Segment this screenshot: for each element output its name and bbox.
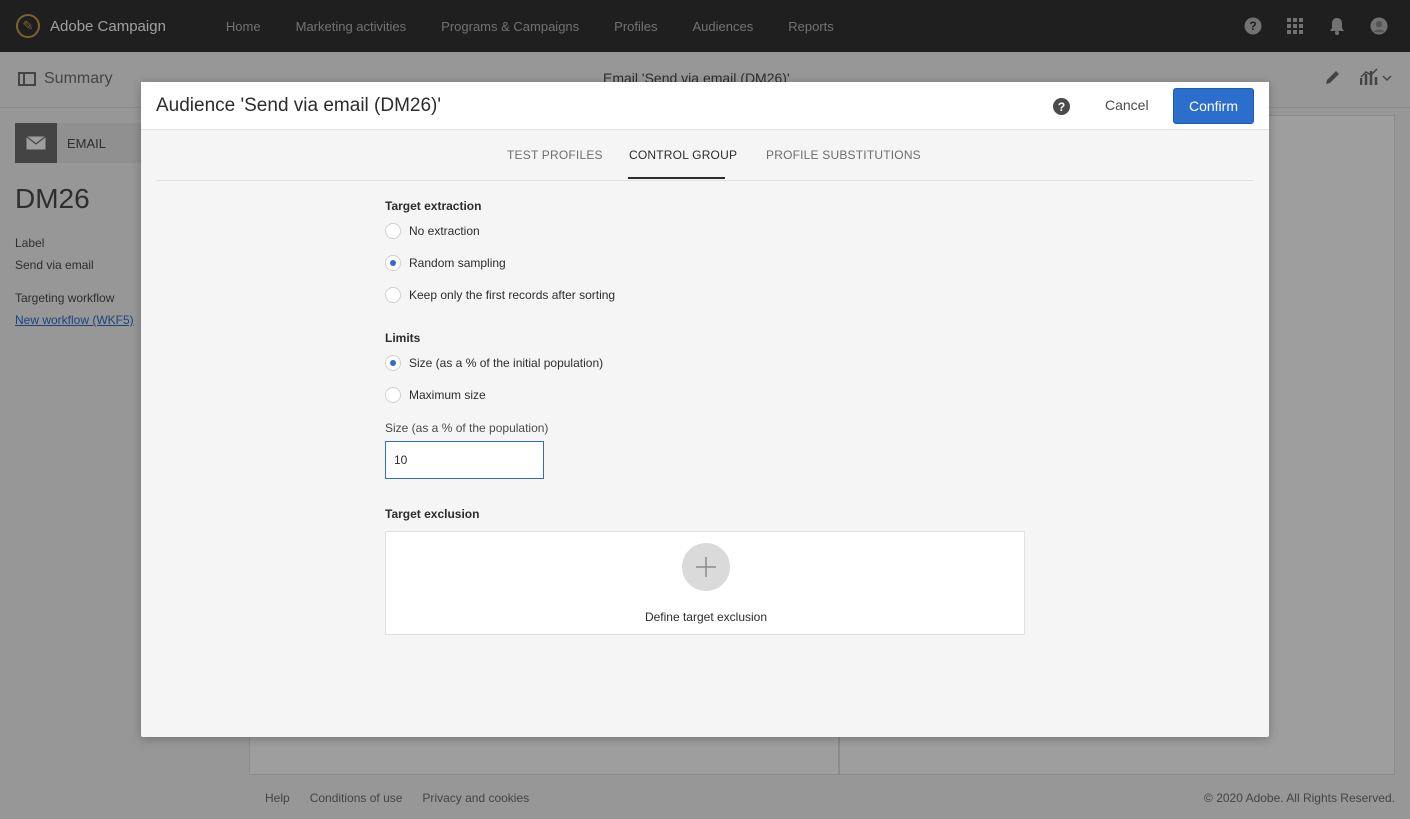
radio-label: Maximum size <box>409 388 486 402</box>
add-exclusion-button[interactable] <box>682 543 730 591</box>
dialog-header: Audience 'Send via email (DM26)' ? Cance… <box>141 82 1269 130</box>
limits-heading: Limits <box>385 331 421 345</box>
dialog-help-icon[interactable]: ? <box>1053 98 1070 115</box>
audience-dialog: Audience 'Send via email (DM26)' ? Cance… <box>141 82 1269 737</box>
radio-button[interactable] <box>385 223 401 239</box>
plus-icon <box>696 557 716 577</box>
radio-size-percent[interactable]: Size (as a % of the initial population) <box>385 355 603 371</box>
radio-label: Keep only the first records after sortin… <box>409 288 616 302</box>
radio-button-selected[interactable] <box>385 255 401 271</box>
radio-label: Size (as a % of the initial population) <box>409 356 604 370</box>
target-extraction-heading: Target extraction <box>385 199 482 213</box>
radio-keep-first-records[interactable]: Keep only the first records after sortin… <box>385 287 615 303</box>
radio-label: No extraction <box>409 224 480 238</box>
dialog-title: Audience 'Send via email (DM26)' <box>156 95 441 116</box>
cancel-button[interactable]: Cancel <box>1105 97 1149 113</box>
target-exclusion-dropzone[interactable]: Define target exclusion <box>385 531 1025 635</box>
tab-control-group[interactable]: CONTROL GROUP <box>629 148 737 162</box>
radio-maximum-size[interactable]: Maximum size <box>385 387 486 403</box>
radio-random-sampling[interactable]: Random sampling <box>385 255 506 271</box>
size-percent-input[interactable] <box>385 441 544 479</box>
tab-profile-substitutions[interactable]: PROFILE SUBSTITUTIONS <box>766 148 921 162</box>
radio-button-selected[interactable] <box>385 355 401 371</box>
dialog-tabs: TEST PROFILES CONTROL GROUP PROFILE SUBS… <box>156 131 1254 181</box>
define-exclusion-label[interactable]: Define target exclusion <box>386 610 1026 624</box>
radio-label: Random sampling <box>409 256 506 270</box>
active-tab-indicator <box>628 177 725 179</box>
tab-test-profiles[interactable]: TEST PROFILES <box>507 148 603 162</box>
size-field-label: Size (as a % of the population) <box>385 421 549 435</box>
radio-no-extraction[interactable]: No extraction <box>385 223 480 239</box>
target-exclusion-heading: Target exclusion <box>385 507 480 521</box>
radio-button[interactable] <box>385 287 401 303</box>
radio-button[interactable] <box>385 387 401 403</box>
confirm-button[interactable]: Confirm <box>1173 88 1254 124</box>
